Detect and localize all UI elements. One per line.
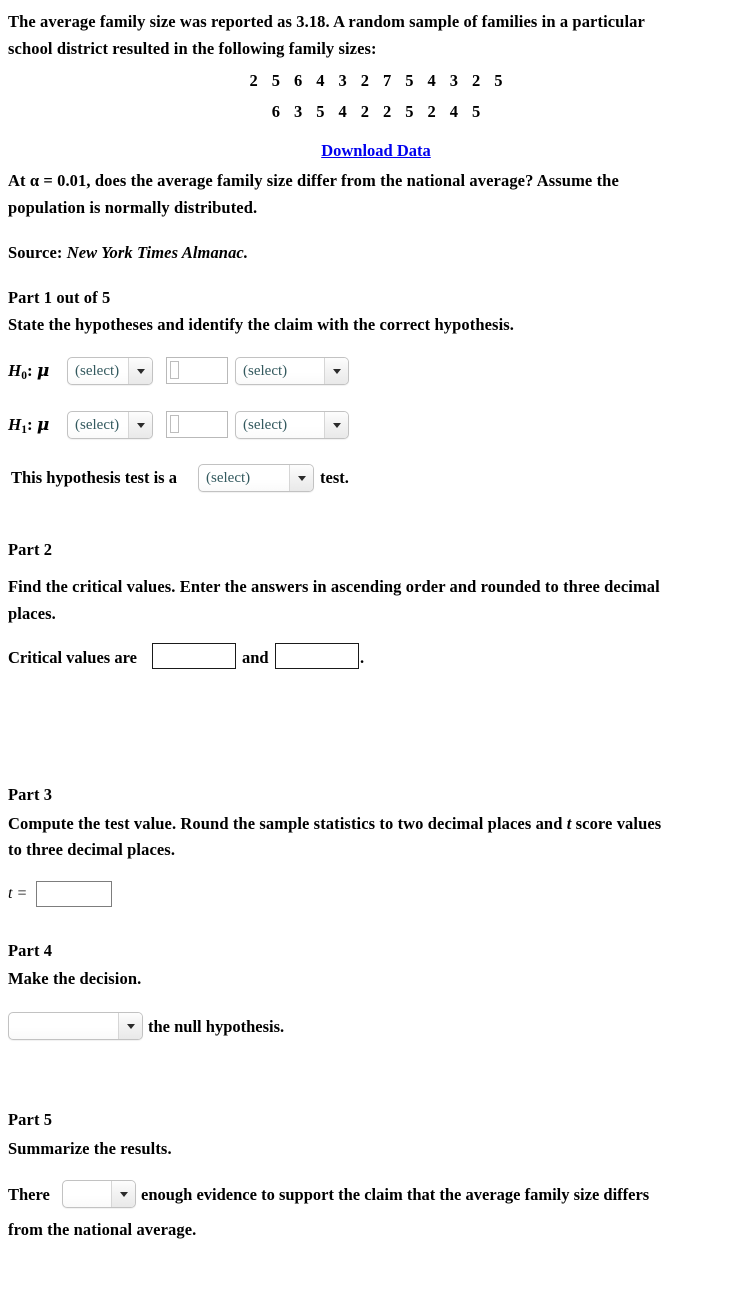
critical-values-suffix: . (360, 648, 365, 667)
part2-heading: Part 2 (8, 540, 53, 559)
critical-values-prefix: Critical values are (8, 648, 137, 667)
data-value: 7 (383, 71, 392, 90)
chevron-down-icon (128, 412, 152, 438)
data-value: 5 (405, 102, 414, 121)
h1-label-H: H (8, 415, 22, 434)
h1-label-colon: : (26, 415, 33, 434)
evidence-select[interactable] (62, 1180, 136, 1208)
data-value: 3 (294, 102, 303, 121)
part3-instruction-text-a: Compute the test value. Round the sample… (8, 814, 563, 833)
data-value: 2 (360, 102, 369, 121)
h1-operator-select[interactable]: (select) (67, 411, 153, 439)
part1-instruction: State the hypotheses and identify the cl… (8, 315, 514, 334)
h0-operator-select-value: (select) (75, 362, 120, 379)
test-type-prefix: This hypothesis test is a (11, 468, 177, 487)
question-line-2: population is normally distributed. (8, 198, 258, 217)
question-line-1: At α = 0.01, does the average family siz… (8, 171, 619, 190)
h0-label-H: H (8, 361, 22, 380)
data-value: 5 (494, 71, 503, 90)
data-value: 6 (271, 102, 280, 121)
part4-heading: Part 4 (8, 941, 53, 960)
evidence-select-value (63, 1181, 111, 1207)
test-type-select[interactable]: (select) (198, 464, 314, 492)
data-value: 2 (383, 102, 392, 121)
h0-claim-select[interactable]: (select) (235, 357, 349, 385)
data-value: 5 (472, 102, 481, 121)
data-row-1: 256432754325 (0, 71, 752, 91)
chevron-down-icon (289, 465, 313, 491)
h0-label-mu: μ (36, 361, 50, 381)
part3-instruction-t-symbol: t (566, 814, 572, 833)
decision-select[interactable] (8, 1012, 143, 1040)
test-type-suffix: test. (320, 468, 349, 487)
h1-label-mu: μ (36, 415, 50, 435)
h0-operator-select[interactable]: (select) (67, 357, 153, 385)
h0-value-input[interactable] (166, 357, 228, 384)
h0-label: H0: μ (8, 361, 49, 382)
h0-claim-select-value: (select) (243, 362, 288, 379)
h1-operator-select-value: (select) (75, 416, 120, 433)
data-value: 4 (427, 71, 436, 90)
h1-claim-select[interactable]: (select) (235, 411, 349, 439)
data-value: 2 (360, 71, 369, 90)
chevron-down-icon (128, 358, 152, 384)
data-value: 5 (316, 102, 325, 121)
h1-claim-select-value: (select) (243, 416, 288, 433)
part5-middle-line-2: from the national average. (8, 1220, 197, 1239)
problem-intro-line-2: school district resulted in the followin… (8, 39, 377, 58)
data-row-2: 6354225245 (0, 102, 752, 122)
part3-instruction-text-b: score values (575, 814, 662, 833)
data-value: 2 (249, 71, 258, 90)
data-value: 4 (449, 102, 458, 121)
data-value: 4 (338, 102, 347, 121)
h1-label: H1: μ (8, 415, 49, 436)
chevron-down-icon (324, 412, 348, 438)
part5-heading: Part 5 (8, 1110, 53, 1129)
part2-instruction-line-2: places. (8, 604, 56, 623)
data-value: 2 (472, 71, 481, 90)
source-line: Source: New York Times Almanac. (8, 239, 508, 266)
chevron-down-icon (111, 1181, 135, 1207)
source-label: Source: (8, 243, 63, 262)
part4-suffix: the null hypothesis. (148, 1017, 285, 1036)
critical-value-1-input[interactable] (152, 643, 236, 669)
test-type-select-value: (select) (206, 469, 251, 486)
data-value: 6 (294, 71, 303, 90)
part3-heading: Part 3 (8, 785, 53, 804)
chevron-down-icon (324, 358, 348, 384)
part5-middle-line-1: enough evidence to support the claim tha… (141, 1185, 650, 1204)
part3-instruction-line-1: Compute the test value. Round the sample… (8, 810, 748, 837)
decision-select-value (9, 1013, 118, 1039)
h0-label-colon: : (26, 361, 33, 380)
download-data-wrap: Download Data (0, 141, 752, 161)
data-value: 4 (316, 71, 325, 90)
data-value: 2 (427, 102, 436, 121)
part2-instruction-line-1: Find the critical values. Enter the answ… (8, 577, 660, 596)
t-value-label: t = (8, 885, 28, 902)
critical-value-2-input[interactable] (275, 643, 359, 669)
part5-prefix: There (8, 1185, 50, 1204)
part5-instruction: Summarize the results. (8, 1139, 172, 1158)
download-data-link[interactable]: Download Data (321, 141, 431, 160)
part1-heading: Part 1 out of 5 (8, 288, 111, 307)
part4-instruction: Make the decision. (8, 969, 142, 988)
chevron-down-icon (118, 1013, 142, 1039)
data-value: 3 (449, 71, 458, 90)
h1-value-input[interactable] (166, 411, 228, 438)
text-cursor-icon (170, 415, 179, 433)
worksheet-page: The average family size was reported as … (0, 0, 752, 1306)
part3-instruction-line-2: to three decimal places. (8, 840, 176, 859)
data-value: 5 (405, 71, 414, 90)
problem-intro-line-1: The average family size was reported as … (8, 12, 645, 31)
text-cursor-icon (170, 361, 179, 379)
data-value: 5 (271, 71, 280, 90)
t-value-input[interactable] (36, 881, 112, 907)
source-value: New York Times Almanac. (66, 243, 249, 262)
critical-values-conjunction: and (242, 648, 269, 667)
data-value: 3 (338, 71, 347, 90)
